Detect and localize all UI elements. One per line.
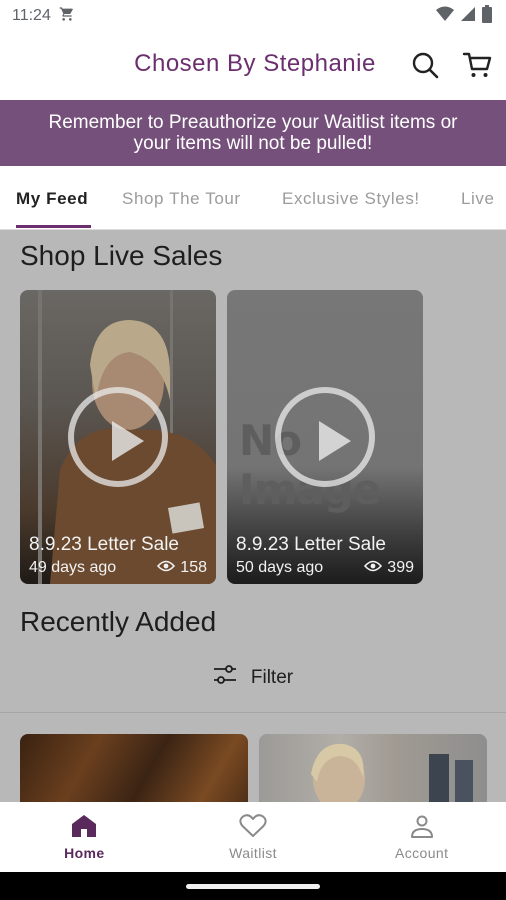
- eye-icon: [157, 559, 176, 577]
- section-divider: [0, 712, 506, 713]
- home-icon: [71, 814, 97, 841]
- heart-icon: [239, 814, 267, 841]
- play-icon[interactable]: [68, 387, 168, 487]
- card-views: 399: [364, 559, 414, 577]
- preauthorize-banner: Remember to Preauthorize your Waitlist i…: [0, 100, 506, 166]
- status-time: 11:24: [12, 7, 51, 24]
- live-sale-card[interactable]: No Image 8.9.23 Letter Sale 50 days ago …: [227, 290, 423, 584]
- nav-waitlist-label: Waitlist: [229, 845, 277, 861]
- status-left: 11:24: [12, 6, 75, 27]
- status-right: [436, 4, 492, 28]
- bottom-nav: Home Waitlist Account: [0, 802, 506, 872]
- cart-icon[interactable]: [460, 48, 494, 82]
- card-views: 158: [157, 559, 207, 577]
- nav-home[interactable]: Home: [0, 802, 169, 872]
- play-icon[interactable]: [275, 387, 375, 487]
- nav-account-label: Account: [394, 845, 449, 861]
- banner-line-2: your items will not be pulled!: [133, 133, 373, 154]
- signal-icon: [460, 6, 476, 27]
- filter-sliders-icon: [213, 664, 237, 692]
- product-thumbnail[interactable]: [259, 734, 487, 802]
- tab-shop-the-tour[interactable]: Shop The Tour: [122, 189, 241, 209]
- card-title: 8.9.23 Letter Sale: [29, 534, 179, 555]
- nav-home-label: Home: [64, 845, 105, 861]
- card-meta: 49 days ago 158: [29, 559, 207, 577]
- product-photo: [311, 743, 473, 802]
- nav-waitlist[interactable]: Waitlist: [169, 802, 338, 872]
- status-bar: 11:24: [0, 0, 506, 32]
- tab-my-feed[interactable]: My Feed: [16, 189, 88, 209]
- filter-label: Filter: [250, 667, 294, 688]
- view-count: 158: [180, 559, 207, 576]
- app-header: Chosen By Stephanie: [0, 32, 506, 100]
- product-thumbnail[interactable]: [20, 734, 248, 802]
- filter-button[interactable]: Filter: [0, 664, 506, 692]
- card-age: 49 days ago: [29, 559, 117, 576]
- active-tab-indicator: [16, 225, 91, 228]
- card-title: 8.9.23 Letter Sale: [236, 534, 386, 555]
- home-gesture-handle[interactable]: [186, 884, 320, 889]
- tab-exclusive-styles[interactable]: Exclusive Styles!: [282, 189, 420, 209]
- shop-live-sales-title: Shop Live Sales: [20, 240, 223, 271]
- recently-added-title: Recently Added: [20, 606, 217, 637]
- card-age: 50 days ago: [236, 559, 324, 576]
- shopping-cart-icon: [59, 6, 75, 27]
- feed-content[interactable]: Shop Live Sales 8.9.23 Letter Sale 49 da…: [0, 230, 506, 802]
- card-meta: 50 days ago 399: [236, 559, 414, 577]
- wifi-icon: [436, 6, 454, 27]
- tab-live[interactable]: Live: [461, 189, 495, 209]
- eye-icon: [364, 559, 383, 577]
- battery-icon: [482, 4, 492, 28]
- system-gesture-bar: [0, 872, 506, 900]
- search-icon[interactable]: [408, 48, 442, 82]
- nav-account[interactable]: Account: [337, 802, 506, 872]
- tab-bar: My Feed Shop The Tour Exclusive Styles! …: [0, 166, 506, 230]
- account-icon: [410, 814, 434, 841]
- live-sale-card[interactable]: 8.9.23 Letter Sale 49 days ago 158: [20, 290, 216, 584]
- banner-line-1: Remember to Preauthorize your Waitlist i…: [48, 112, 458, 133]
- view-count: 399: [387, 559, 414, 576]
